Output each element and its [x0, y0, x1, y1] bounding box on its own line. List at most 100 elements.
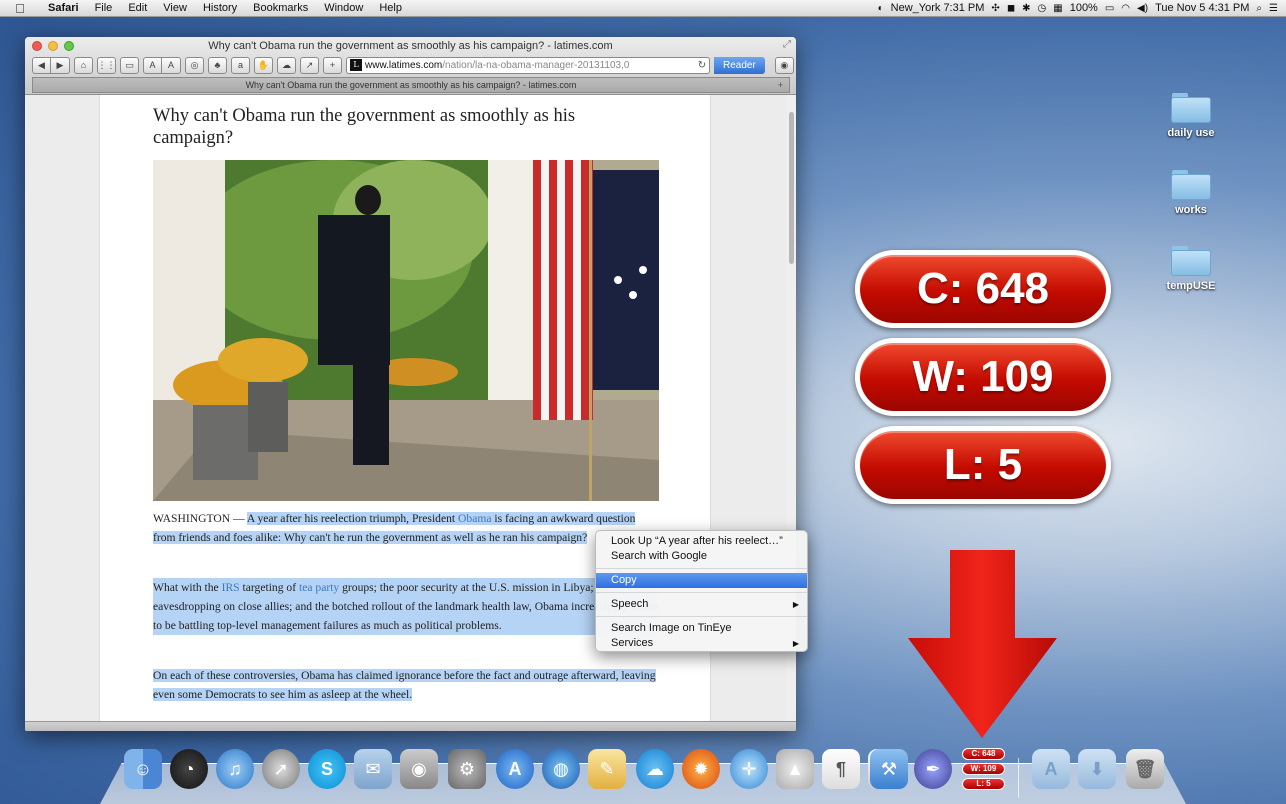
clock-datetime[interactable]: Tue Nov 5 4:31 PM — [1155, 2, 1249, 14]
textedit-icon[interactable]: ¶ — [822, 749, 860, 789]
extension-3-button[interactable]: ✋ — [254, 56, 273, 74]
world-clock-text[interactable]: New_York 7:31 PM — [891, 2, 985, 14]
dock-separator — [1018, 758, 1019, 798]
google-earth-icon[interactable]: ◍ — [542, 749, 580, 789]
extension-1-button[interactable]: ◎ — [185, 56, 204, 74]
spotlight-search-icon[interactable]: ⌕ — [1256, 0, 1262, 17]
menu-item-search-tineye[interactable]: Search Image on TinEye — [596, 621, 807, 636]
home-button[interactable]: ⌂ — [74, 56, 93, 74]
menu-safari[interactable]: Safari — [40, 0, 87, 17]
article-paragraph-3[interactable]: On each of these controversies, Obama ha… — [153, 666, 659, 704]
amazon-extension-button[interactable]: a — [231, 56, 250, 74]
menu-window[interactable]: Window — [316, 0, 371, 17]
scrollbar-thumb[interactable] — [789, 112, 794, 264]
apple-menu-icon[interactable]:  — [0, 1, 40, 16]
battery-icon[interactable]: ▭ — [1105, 0, 1114, 17]
add-bookmark-button[interactable]: + — [323, 56, 342, 74]
text-smaller-button[interactable]: A — [143, 56, 162, 74]
desktop-folder-works[interactable]: works — [1151, 170, 1231, 216]
link-irs[interactable]: IRS — [222, 581, 240, 594]
down-arrow-icon — [908, 550, 1057, 738]
launchpad-icon[interactable]: ➚ — [262, 749, 300, 789]
itunes-icon[interactable]: ♫ — [216, 749, 254, 789]
volume-icon[interactable]: ◀) — [1137, 0, 1148, 17]
share-button[interactable]: ↗ — [300, 56, 319, 74]
app-store-icon[interactable]: A — [496, 749, 534, 789]
tab-active[interactable]: Why can't Obama run the government as sm… — [246, 80, 577, 90]
menu-item-look-up[interactable]: Look Up “A year after his reelect…” — [596, 534, 807, 549]
link-tea-party[interactable]: tea party — [299, 581, 339, 594]
skype-icon[interactable]: S — [308, 749, 346, 789]
reload-icon[interactable]: ↻ — [695, 60, 709, 71]
safari-icon[interactable]: ✛ — [730, 749, 768, 789]
downloads-button[interactable]: ◉ — [774, 56, 794, 74]
paintbrush-icon[interactable]: ✎ — [588, 749, 626, 789]
word-count-badge: W: 109 — [855, 338, 1111, 416]
menu-item-search-google[interactable]: Search with Google — [596, 549, 807, 564]
link-obama[interactable]: Obama — [458, 512, 492, 525]
menu-history[interactable]: History — [195, 0, 245, 17]
desktop-folder-daily-use[interactable]: daily use — [1151, 93, 1231, 139]
menu-edit[interactable]: Edit — [120, 0, 155, 17]
reading-list-button[interactable]: ▭ — [120, 56, 139, 74]
script-editor-icon[interactable]: ✒ — [914, 749, 952, 789]
extension-2-button[interactable]: ♣ — [208, 56, 227, 74]
forward-button[interactable]: ▶ — [51, 56, 70, 74]
xcode-icon[interactable]: ⚒ — [870, 749, 908, 789]
menu-item-label: Search Image on TinEye — [611, 622, 732, 634]
menu-item-copy[interactable]: Copy — [596, 573, 807, 588]
article-photo[interactable] — [153, 160, 659, 501]
trash-icon[interactable]: 🗑 — [1126, 749, 1164, 789]
downloads-folder-icon[interactable]: ⬇ — [1078, 749, 1116, 789]
finder-icon[interactable]: ☺ — [124, 749, 162, 789]
fullscreen-icon[interactable]: ⤢ — [783, 39, 791, 50]
world-clock-icon[interactable]: ◐ — [878, 0, 884, 17]
menu-item-services[interactable]: Services ▶ — [596, 636, 807, 651]
dock-word-count[interactable]: W: 109 — [962, 763, 1005, 775]
menu-bar:  Safari File Edit View History Bookmark… — [0, 0, 1286, 17]
menu-item-label: Speech — [611, 598, 649, 610]
dock-char-count[interactable]: C: 648 — [962, 748, 1005, 760]
menu-file[interactable]: File — [87, 0, 121, 17]
folder-label: works — [1175, 204, 1207, 216]
system-preferences-icon[interactable]: ⚙ — [448, 749, 486, 789]
app-status-icon[interactable]: ◼ — [1007, 0, 1015, 17]
facetime-icon[interactable]: ◉ — [400, 749, 438, 789]
new-tab-button[interactable]: + — [778, 78, 783, 92]
submenu-arrow-icon: ▶ — [792, 639, 799, 648]
dashboard-icon[interactable]: ◔ — [170, 749, 208, 789]
article-paragraph-1[interactable]: WASHINGTON — A year after his reelection… — [153, 509, 659, 547]
menu-separator — [596, 616, 807, 617]
menu-item-speech[interactable]: Speech ▶ — [596, 597, 807, 612]
battery-percent[interactable]: 100% — [1070, 2, 1098, 14]
bluetooth-icon[interactable]: ✱ — [1022, 0, 1030, 17]
preview-icon[interactable]: ✉ — [354, 749, 392, 789]
openoffice-icon[interactable]: ☁ — [636, 749, 674, 789]
char-count-badge: C: 648 — [855, 250, 1111, 328]
time-machine-icon[interactable]: ◷ — [1038, 0, 1047, 17]
article-paragraph-2[interactable]: What with the IRS targeting of tea party… — [153, 578, 659, 635]
menu-bookmarks[interactable]: Bookmarks — [245, 0, 316, 17]
window-title: Why can't Obama run the government as sm… — [208, 40, 613, 52]
dateline: WASHINGTON — — [153, 512, 247, 525]
reader-button[interactable]: Reader — [714, 56, 765, 74]
address-bar[interactable]: L www.latimes.com/nation/la-na-obama-man… — [346, 56, 710, 74]
menu-help[interactable]: Help — [371, 0, 410, 17]
back-button[interactable]: ◀ — [32, 56, 51, 74]
folder-icon — [1171, 93, 1211, 123]
wifi-icon[interactable]: ◠ — [1121, 0, 1130, 17]
dock-line-count[interactable]: L: 5 — [962, 778, 1005, 790]
icloud-tabs-button[interactable]: ☁ — [277, 56, 296, 74]
flag-us-icon[interactable]: ▦ — [1053, 0, 1062, 17]
menu-view[interactable]: View — [155, 0, 195, 17]
top-sites-button[interactable]: ⋮⋮ — [97, 56, 116, 74]
text-larger-button[interactable]: A — [162, 56, 181, 74]
desktop-folder-tempuse[interactable]: tempUSE — [1151, 246, 1231, 292]
paragraph-text: What with the — [153, 581, 222, 594]
context-menu: Look Up “A year after his reelect…” Sear… — [595, 530, 808, 652]
sync-icon[interactable]: ✣ — [991, 0, 999, 17]
grapher-icon[interactable]: ▲ — [776, 749, 814, 789]
notification-center-icon[interactable]: ☰ — [1269, 0, 1278, 17]
applications-folder-icon[interactable]: A — [1032, 749, 1070, 789]
firefox-icon[interactable]: ✹ — [682, 749, 720, 789]
